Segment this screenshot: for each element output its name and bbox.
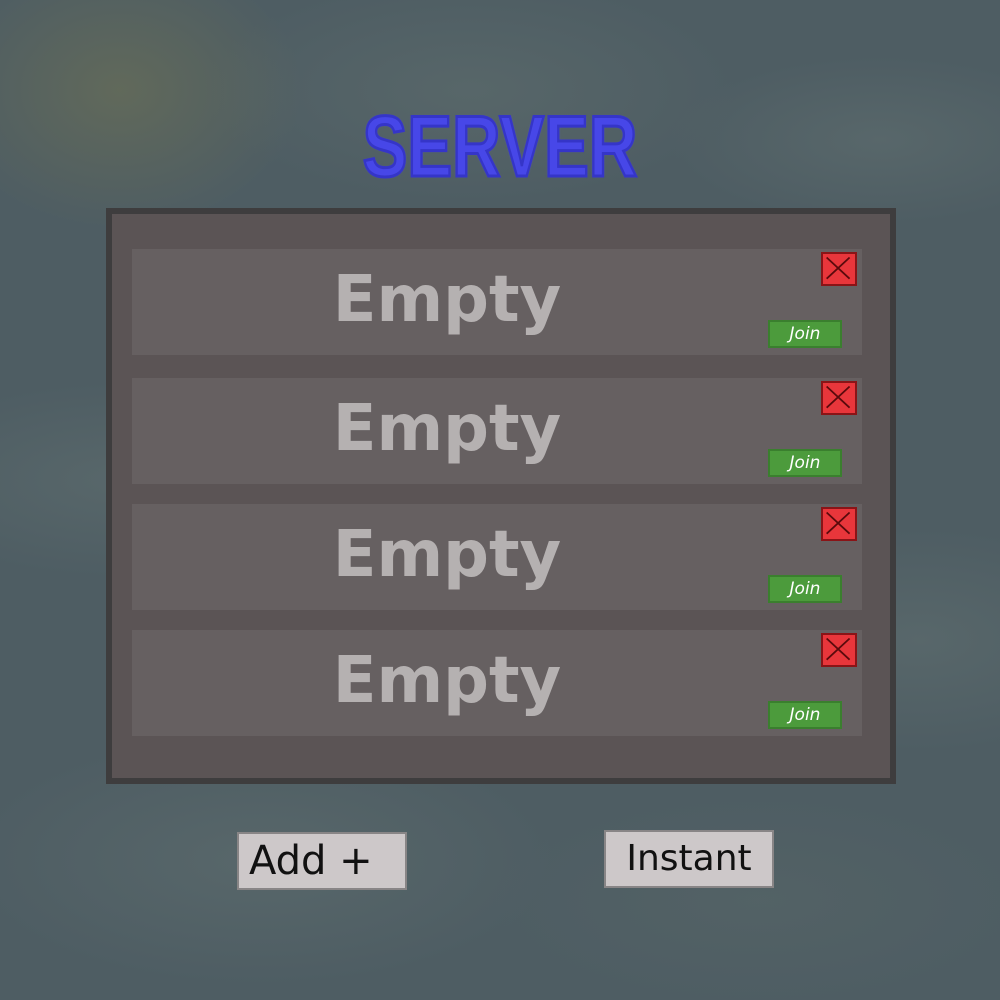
server-slot: Empty Join (132, 249, 862, 355)
delete-server-button[interactable] (821, 381, 857, 415)
page-title: SERVER (362, 99, 639, 195)
delete-server-button[interactable] (821, 252, 857, 286)
close-icon (826, 511, 851, 535)
delete-server-button[interactable] (821, 633, 857, 667)
close-icon (826, 385, 851, 409)
server-slot: Empty Join (132, 378, 862, 484)
join-server-button[interactable]: Join (768, 575, 842, 603)
delete-server-button[interactable] (821, 507, 857, 541)
server-slot: Empty Join (132, 630, 862, 736)
instant-button[interactable]: Instant (604, 830, 774, 888)
join-server-button[interactable]: Join (768, 320, 842, 348)
server-slot-label: Empty (332, 263, 562, 337)
join-server-button[interactable]: Join (768, 701, 842, 729)
server-slot: Empty Join (132, 504, 862, 610)
close-icon (826, 256, 851, 280)
server-slot-label: Empty (332, 392, 562, 466)
server-slot-label: Empty (332, 518, 562, 592)
server-list-panel: Empty Join Empty Join Empty Join Empty J… (106, 208, 896, 784)
join-server-button[interactable]: Join (768, 449, 842, 477)
close-icon (826, 637, 851, 661)
add-server-button[interactable]: Add + (237, 832, 407, 890)
server-slot-label: Empty (332, 644, 562, 718)
